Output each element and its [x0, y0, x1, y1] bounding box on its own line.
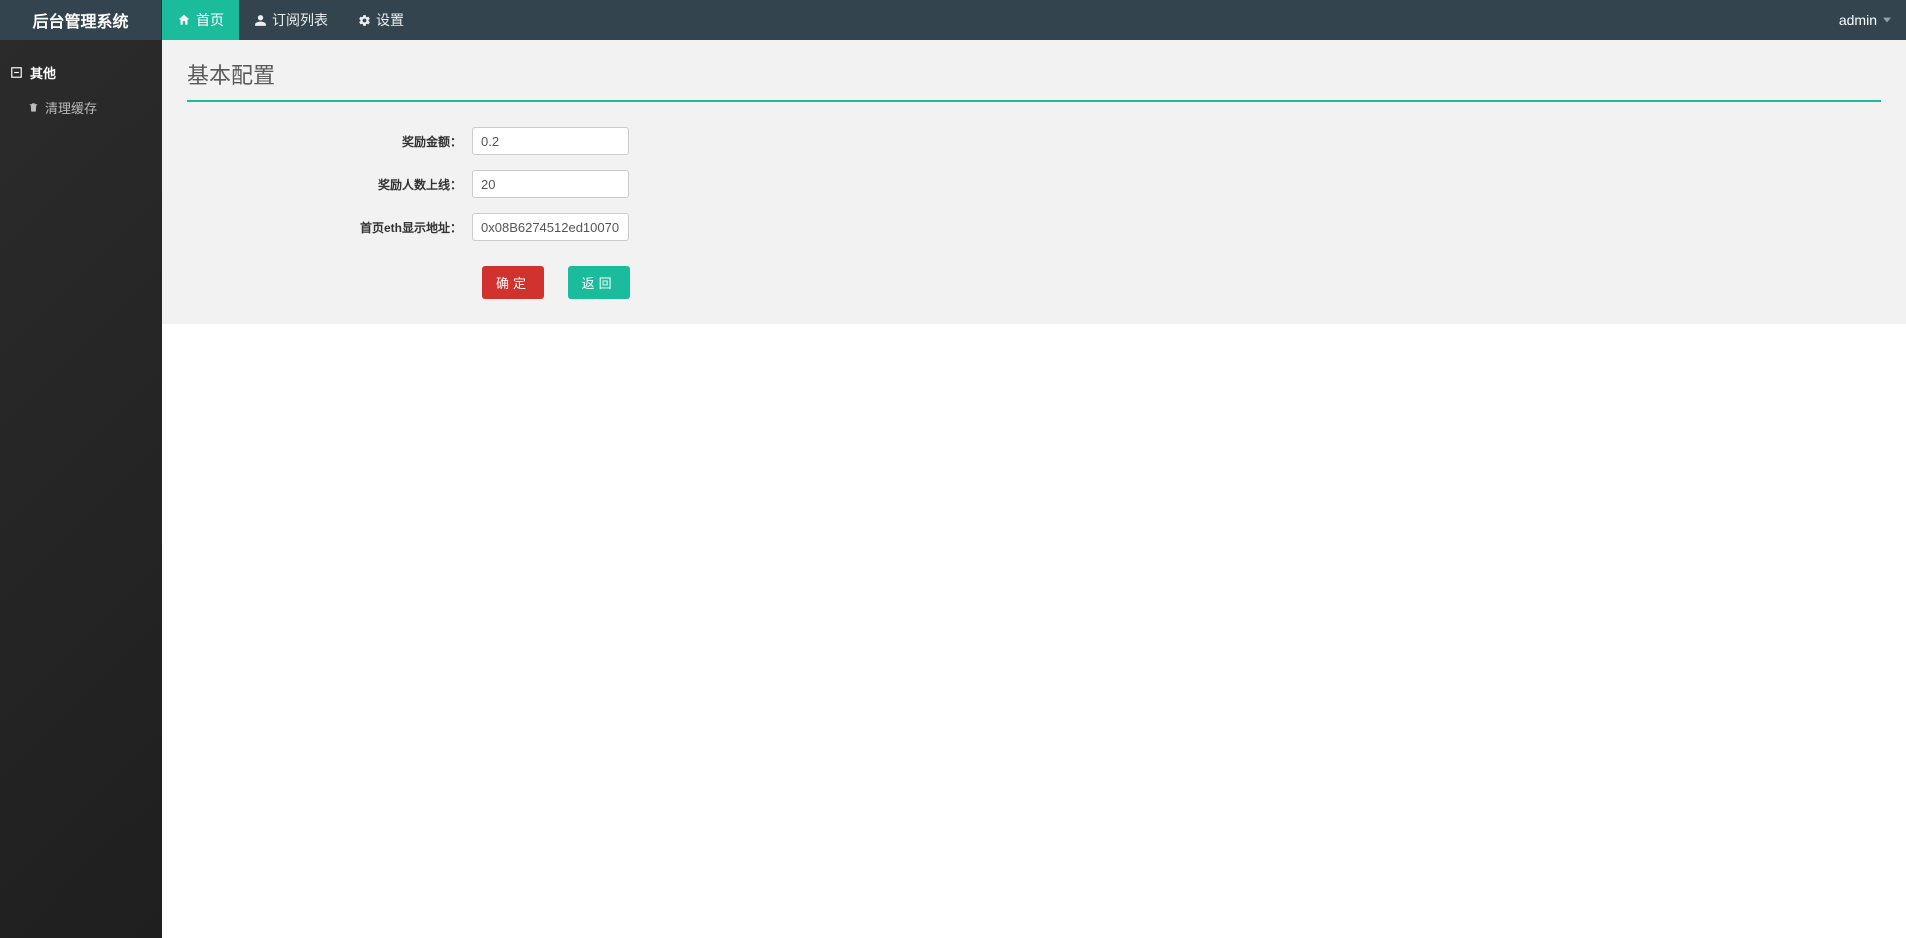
input-reward-amount[interactable]	[472, 127, 629, 155]
row-reward-limit: 奖励人数上线：	[187, 170, 1881, 198]
layout: 其他 清理缓存 基本配置 奖励金额： 奖励人数上线： 首页eth显示地址：	[0, 40, 1906, 938]
nav-settings-label: 设置	[376, 10, 404, 30]
sidebar-item-clear-cache[interactable]: 清理缓存	[0, 90, 162, 125]
nav-home-label: 首页	[196, 10, 224, 30]
back-button[interactable]: 返回	[568, 266, 630, 299]
minus-square-icon	[10, 67, 22, 79]
label-reward-amount: 奖励金额：	[187, 133, 472, 150]
brand-title: 后台管理系统	[0, 0, 162, 40]
nav-spacer	[419, 0, 1824, 40]
sidebar-group-other-label: 其他	[30, 63, 56, 82]
caret-down-icon	[1883, 16, 1891, 24]
home-icon	[177, 13, 191, 27]
nav-subscribe[interactable]: 订阅列表	[239, 0, 343, 40]
panel-title: 基本配置	[187, 58, 1881, 102]
sidebar: 其他 清理缓存	[0, 40, 162, 938]
nav-items: 首页 订阅列表 设置	[162, 0, 419, 40]
main-content: 基本配置 奖励金额： 奖励人数上线： 首页eth显示地址： 确定 返回	[162, 40, 1906, 938]
sidebar-group-other[interactable]: 其他	[0, 55, 162, 90]
row-eth-address: 首页eth显示地址：	[187, 213, 1881, 241]
nav-settings[interactable]: 设置	[343, 0, 419, 40]
user-icon	[254, 14, 267, 27]
config-panel: 基本配置 奖励金额： 奖励人数上线： 首页eth显示地址： 确定 返回	[162, 40, 1906, 324]
row-reward-amount: 奖励金额：	[187, 127, 1881, 155]
button-row: 确定 返回	[187, 266, 1881, 299]
top-navbar: 后台管理系统 首页 订阅列表 设置 admin	[0, 0, 1906, 40]
input-reward-limit[interactable]	[472, 170, 629, 198]
nav-home[interactable]: 首页	[162, 0, 239, 40]
user-name: admin	[1839, 12, 1877, 28]
sidebar-item-clear-cache-label: 清理缓存	[45, 98, 97, 117]
label-eth-address: 首页eth显示地址：	[187, 219, 472, 236]
user-menu[interactable]: admin	[1824, 0, 1906, 40]
confirm-button[interactable]: 确定	[482, 266, 544, 299]
nav-subscribe-label: 订阅列表	[272, 10, 328, 30]
input-eth-address[interactable]	[472, 213, 629, 241]
label-reward-limit: 奖励人数上线：	[187, 176, 472, 193]
trash-icon	[28, 102, 39, 113]
gear-icon	[358, 14, 371, 27]
